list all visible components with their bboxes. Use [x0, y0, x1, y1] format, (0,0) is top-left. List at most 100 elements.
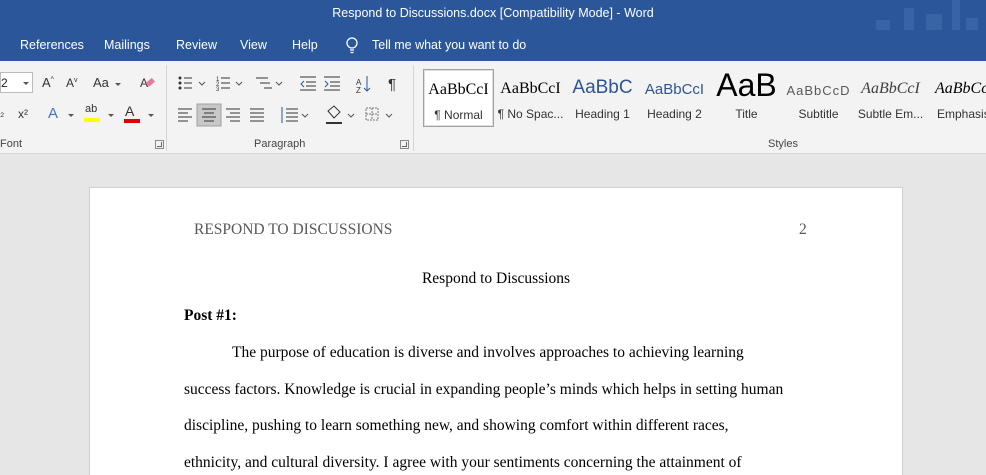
shrink-font-icon: Av [66, 76, 78, 90]
clear-formatting-button[interactable]: A [136, 72, 158, 94]
style-name: Title [735, 107, 758, 121]
style-preview: AaBbCcI [644, 81, 705, 98]
clear-formatting-icon: A [140, 76, 155, 90]
lightbulb-icon [346, 37, 358, 54]
numbering-icon[interactable]: 1 2 3 [216, 77, 243, 93]
running-header: RESPOND TO DISCUSSIONS [194, 221, 393, 238]
style-heading-2[interactable]: AaBbCcI Heading 2 [639, 69, 710, 127]
style-name: ¶ Normal [434, 108, 483, 122]
font-group-label: Font [0, 138, 23, 150]
align-center-active-bg [196, 103, 222, 127]
bullets-icon[interactable] [178, 76, 206, 90]
align-right-icon[interactable] [226, 108, 240, 122]
group-divider [413, 65, 414, 151]
word-window: Respond to Discussions.docx [Compatibili… [0, 0, 986, 475]
font-size-value: 2 [1, 76, 8, 90]
font-color-bar [124, 119, 140, 123]
font-dialog-launcher-icon[interactable] [155, 140, 164, 149]
decrease-indent-icon[interactable] [300, 76, 316, 91]
style-preview: AaBbCcD [786, 83, 851, 98]
line-spacing-icon[interactable] [281, 107, 309, 123]
style-heading-1[interactable]: AaBbC Heading 1 [567, 69, 638, 127]
change-case-icon: Aa [93, 75, 109, 90]
post-heading: Post #1: [184, 307, 237, 324]
style-preview: AaBbC [572, 77, 633, 98]
style-emphasis[interactable]: AaBbCc Emphasis [927, 69, 986, 127]
tab-mailings[interactable]: Mailings [104, 38, 150, 52]
style-preview: AaB [716, 69, 777, 103]
tab-help[interactable]: Help [292, 38, 318, 52]
style-name: Heading 2 [647, 107, 702, 121]
highlight-icon: ab [85, 103, 98, 115]
document-title: Respond to Discussions [421, 270, 571, 287]
shrink-font-button[interactable]: Av [64, 72, 86, 94]
style-subtle-emphasis[interactable]: AaBbCcI Subtle Em... [855, 69, 926, 127]
justify-icon[interactable] [250, 108, 264, 122]
svg-text:3: 3 [216, 87, 220, 93]
superscript-icon: x² [18, 107, 28, 121]
style-title[interactable]: AaB Title [711, 69, 782, 127]
style-preview: AaBbCc [935, 80, 986, 97]
multilevel-list-icon[interactable] [256, 77, 283, 89]
highlight-button[interactable]: ab [82, 103, 118, 125]
chevron-down-icon [148, 114, 154, 117]
grow-font-button[interactable]: A^ [40, 72, 62, 94]
paragraph-line: The purpose of education is diverse and … [232, 344, 744, 361]
sort-icon[interactable]: AZ [356, 76, 371, 95]
style-name: ¶ No Spac... [497, 107, 564, 121]
paragraph-line: success factors. Knowledge is crucial in… [184, 381, 784, 398]
paragraph-line: discipline, pushing to learn something n… [184, 417, 729, 434]
paragraph-line: ethnicity, and cultural diversity. I agr… [184, 454, 742, 471]
style-no-spacing[interactable]: AaBbCcI ¶ No Spac... [495, 69, 566, 127]
text-effects-icon: A [48, 105, 59, 122]
style-preview: AaBbCcI [428, 81, 489, 98]
borders-icon[interactable] [365, 107, 393, 121]
title-bar: Respond to Discussions.docx [Compatibili… [0, 0, 986, 30]
style-normal[interactable]: AaBbCcI ¶ Normal [423, 69, 494, 127]
style-name: Heading 1 [575, 107, 630, 121]
change-case-button[interactable]: Aa [92, 72, 122, 94]
subscript-icon: ₂ [0, 107, 5, 119]
group-divider [166, 65, 167, 151]
tab-review[interactable]: Review [176, 38, 217, 52]
paragraph-row-1: 1 2 3 AZ ¶ [178, 76, 396, 95]
font-color-button[interactable]: A [122, 103, 156, 125]
window-title: Respond to Discussions.docx [Compatibili… [332, 6, 654, 20]
shading-icon[interactable] [326, 105, 355, 124]
page-number: 2 [799, 221, 807, 238]
font-size-dropdown[interactable]: 2 [0, 72, 33, 93]
styles-group-label: Styles [768, 138, 798, 150]
highlight-color-bar [84, 118, 100, 122]
chevron-down-icon [23, 82, 29, 85]
align-left-icon[interactable] [178, 108, 192, 122]
titlebar-decoration [856, 0, 986, 30]
style-name: Emphasis [937, 107, 986, 121]
ribbon-tabs: References Mailings Review View Help Tel… [0, 30, 986, 61]
increase-indent-icon[interactable] [324, 76, 340, 91]
svg-text:Z: Z [356, 86, 361, 95]
style-subtitle[interactable]: AaBbCcD Subtitle [783, 69, 854, 127]
ribbon: 2 A^ Av Aa A ₂ x² A ab A Font 1 2 3 A Z … [0, 61, 986, 154]
tell-me-search[interactable]: Tell me what you want to do [372, 38, 526, 52]
chevron-down-icon [115, 83, 121, 86]
font-color-icon: A [125, 103, 135, 119]
show-marks-icon[interactable]: ¶ [388, 76, 396, 93]
style-preview: AaBbCcI [861, 80, 920, 97]
paragraph-row-2 [178, 103, 393, 127]
tab-view[interactable]: View [240, 38, 267, 52]
style-preview: AaBbCcI [500, 80, 561, 97]
grow-font-icon: A^ [42, 75, 54, 90]
chevron-down-icon [108, 114, 114, 117]
text-effects-button[interactable]: A [46, 103, 76, 125]
document-canvas[interactable]: RESPOND TO DISCUSSIONS 2 Respond to Disc… [0, 154, 986, 475]
style-name: Subtle Em... [857, 107, 924, 121]
svg-text:¶: ¶ [388, 76, 396, 93]
document-page[interactable]: RESPOND TO DISCUSSIONS 2 Respond to Disc… [89, 187, 903, 475]
chevron-down-icon [68, 114, 74, 117]
paragraph-dialog-launcher-icon[interactable] [400, 140, 409, 149]
superscript-button[interactable]: x² [16, 103, 38, 125]
tab-references[interactable]: References [20, 38, 84, 52]
style-name: Subtitle [798, 107, 839, 121]
subscript-button[interactable]: ₂ [0, 103, 14, 125]
paragraph-group-label: Paragraph [254, 138, 306, 150]
